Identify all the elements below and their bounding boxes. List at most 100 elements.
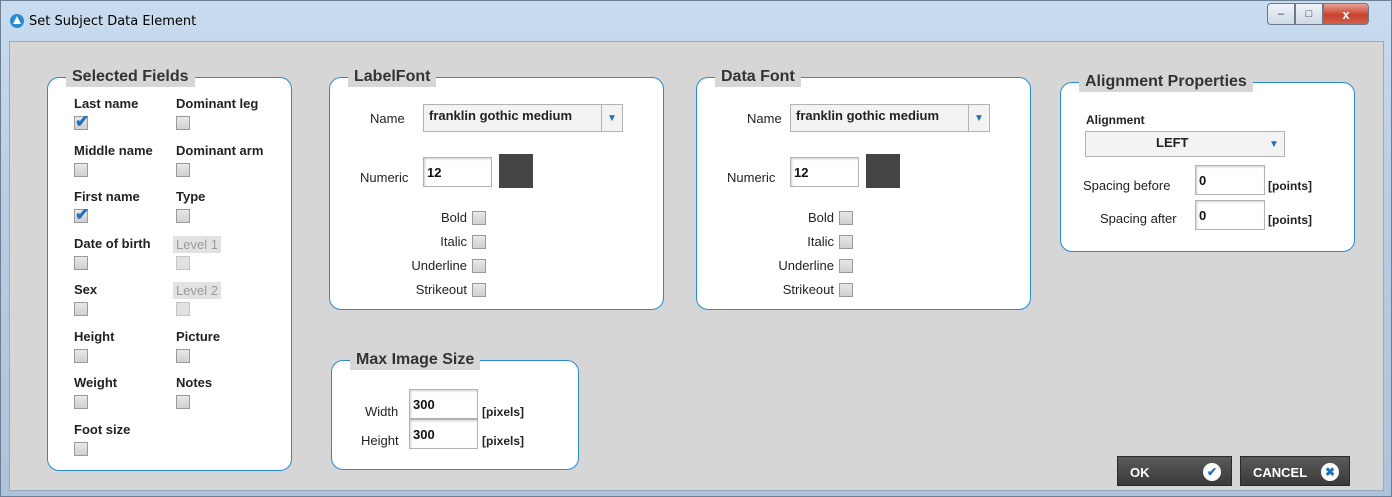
data-font-numeric-label: Numeric <box>727 170 776 185</box>
data-font-size-input[interactable] <box>790 157 859 187</box>
style-checkbox[interactable] <box>472 259 486 273</box>
field-label: Height <box>74 328 115 344</box>
data-font-color-swatch[interactable] <box>866 154 900 188</box>
alignment-label: Alignment <box>1086 113 1145 127</box>
alignment-select[interactable]: LEFT ▼ <box>1085 131 1285 157</box>
field-label: Dominant leg <box>176 96 259 111</box>
ok-label: OK <box>1130 465 1150 480</box>
window-title: Set Subject Data Element <box>29 14 197 29</box>
title-bar: Set Subject Data Element – □ x <box>1 1 1391 43</box>
field-label: Last name <box>74 96 139 111</box>
style-label: Italic <box>440 234 467 249</box>
selected-fields-panel: Selected Fields Last name ✔ Dominant leg Mi… <box>47 67 292 471</box>
style-label: Underline <box>778 258 834 273</box>
field-checkbox[interactable] <box>176 209 190 223</box>
field-label: Level 2 <box>173 282 221 299</box>
style-label: Underline <box>411 258 467 273</box>
dialog-content: Selected Fields Last name ✔ Dominant leg Mi… <box>9 41 1384 491</box>
field-label: Date of birth <box>74 235 151 251</box>
style-checkbox[interactable] <box>839 259 853 273</box>
label-font-legend: LabelFont <box>348 67 437 87</box>
style-checkbox[interactable] <box>472 235 486 249</box>
close-button[interactable]: x <box>1323 3 1369 25</box>
label-font-numeric-label: Numeric <box>360 170 409 185</box>
image-height-unit: [pixels] <box>482 434 525 448</box>
field-label: Foot size <box>74 421 131 437</box>
label-font-name-label: Name <box>370 111 405 126</box>
field-label: First name <box>74 189 140 204</box>
checkmark-icon: ✔ <box>1203 463 1221 481</box>
chevron-down-icon: ▼ <box>968 105 989 131</box>
alignment-legend: Alignment Properties <box>1079 72 1253 92</box>
label-font-name-value: franklin gothic medium <box>429 108 573 123</box>
selected-fields-legend: Selected Fields <box>66 67 195 87</box>
style-checkbox[interactable] <box>839 283 853 297</box>
data-font-legend: Data Font <box>715 67 801 87</box>
checkmark-icon: ✔ <box>75 205 90 224</box>
spacing-before-input[interactable] <box>1195 165 1265 195</box>
style-label: Strikeout <box>782 282 834 297</box>
image-width-label: Width <box>365 404 399 419</box>
field-checkbox[interactable] <box>176 348 190 363</box>
checkmark-icon: ✔ <box>75 112 90 131</box>
field-label: Dominant arm <box>176 142 264 158</box>
field-label: Middle name <box>74 142 153 158</box>
cancel-button[interactable]: CANCEL ✖ <box>1240 456 1350 486</box>
field-checkbox[interactable]: ✔ <box>74 205 90 224</box>
field-checkbox[interactable] <box>74 395 88 409</box>
style-checkbox[interactable] <box>472 283 486 297</box>
image-height-input[interactable] <box>409 419 478 449</box>
style-label: Bold <box>807 210 834 225</box>
max-image-legend: Max Image Size <box>350 350 481 370</box>
field-checkbox <box>176 302 190 316</box>
field-label: Weight <box>74 375 118 390</box>
max-image-panel: Max Image Size Width [pixels] Height [pi… <box>331 350 579 470</box>
image-width-unit: [pixels] <box>482 405 525 419</box>
field-label: Level 1 <box>173 235 221 253</box>
spacing-after-input[interactable] <box>1195 200 1265 230</box>
chevron-down-icon: ▼ <box>1269 138 1279 150</box>
image-width-input[interactable] <box>409 389 478 419</box>
maximize-button[interactable]: □ <box>1295 3 1323 25</box>
window-controls: – □ x <box>1267 3 1369 25</box>
field-checkbox <box>176 255 190 270</box>
spacing-after-label: Spacing after <box>1100 211 1177 226</box>
minimize-button[interactable]: – <box>1267 3 1295 25</box>
field-checkbox[interactable] <box>176 116 190 130</box>
style-checkbox[interactable] <box>839 235 853 249</box>
style-checkbox[interactable] <box>839 211 853 225</box>
field-checkbox[interactable] <box>74 255 88 270</box>
field-label: Picture <box>176 328 221 344</box>
data-font-name-select[interactable]: franklin gothic medium ▼ <box>790 104 990 132</box>
spacing-before-label: Spacing before <box>1083 178 1171 193</box>
style-label: Strikeout <box>415 282 467 297</box>
data-font-name-value: franklin gothic medium <box>796 108 940 123</box>
field-checkbox[interactable] <box>74 302 88 316</box>
label-font-color-swatch[interactable] <box>499 154 533 188</box>
field-label: Notes <box>176 375 213 390</box>
field-checkbox[interactable]: ✔ <box>74 112 90 131</box>
label-font-size-input[interactable] <box>423 157 492 187</box>
data-font-panel: Data Font Name franklin gothic medium ▼ … <box>696 67 1031 310</box>
field-checkbox[interactable] <box>176 162 190 177</box>
label-font-panel: LabelFont Name franklin gothic medium ▼ … <box>329 67 664 310</box>
ok-button[interactable]: OK ✔ <box>1117 456 1232 486</box>
spacing-after-unit: [points] <box>1268 213 1312 227</box>
style-checkbox[interactable] <box>472 211 486 225</box>
cancel-icon: ✖ <box>1321 463 1339 481</box>
field-label: Type <box>176 189 206 204</box>
image-height-label: Height <box>361 433 399 448</box>
style-label: Italic <box>807 234 834 249</box>
chevron-down-icon: ▼ <box>601 105 622 131</box>
field-checkbox[interactable] <box>74 162 88 177</box>
cancel-label: CANCEL <box>1253 465 1308 480</box>
field-checkbox[interactable] <box>74 348 88 363</box>
field-checkbox[interactable] <box>176 395 190 409</box>
label-font-name-select[interactable]: franklin gothic medium ▼ <box>423 104 623 132</box>
app-icon <box>10 14 24 28</box>
alignment-panel: Alignment Properties Alignment LEFT ▼ Sp… <box>1060 72 1355 252</box>
alignment-value: LEFT <box>1156 135 1189 150</box>
style-label: Bold <box>440 210 467 225</box>
field-checkbox[interactable] <box>74 441 88 456</box>
field-label: Sex <box>74 282 98 297</box>
